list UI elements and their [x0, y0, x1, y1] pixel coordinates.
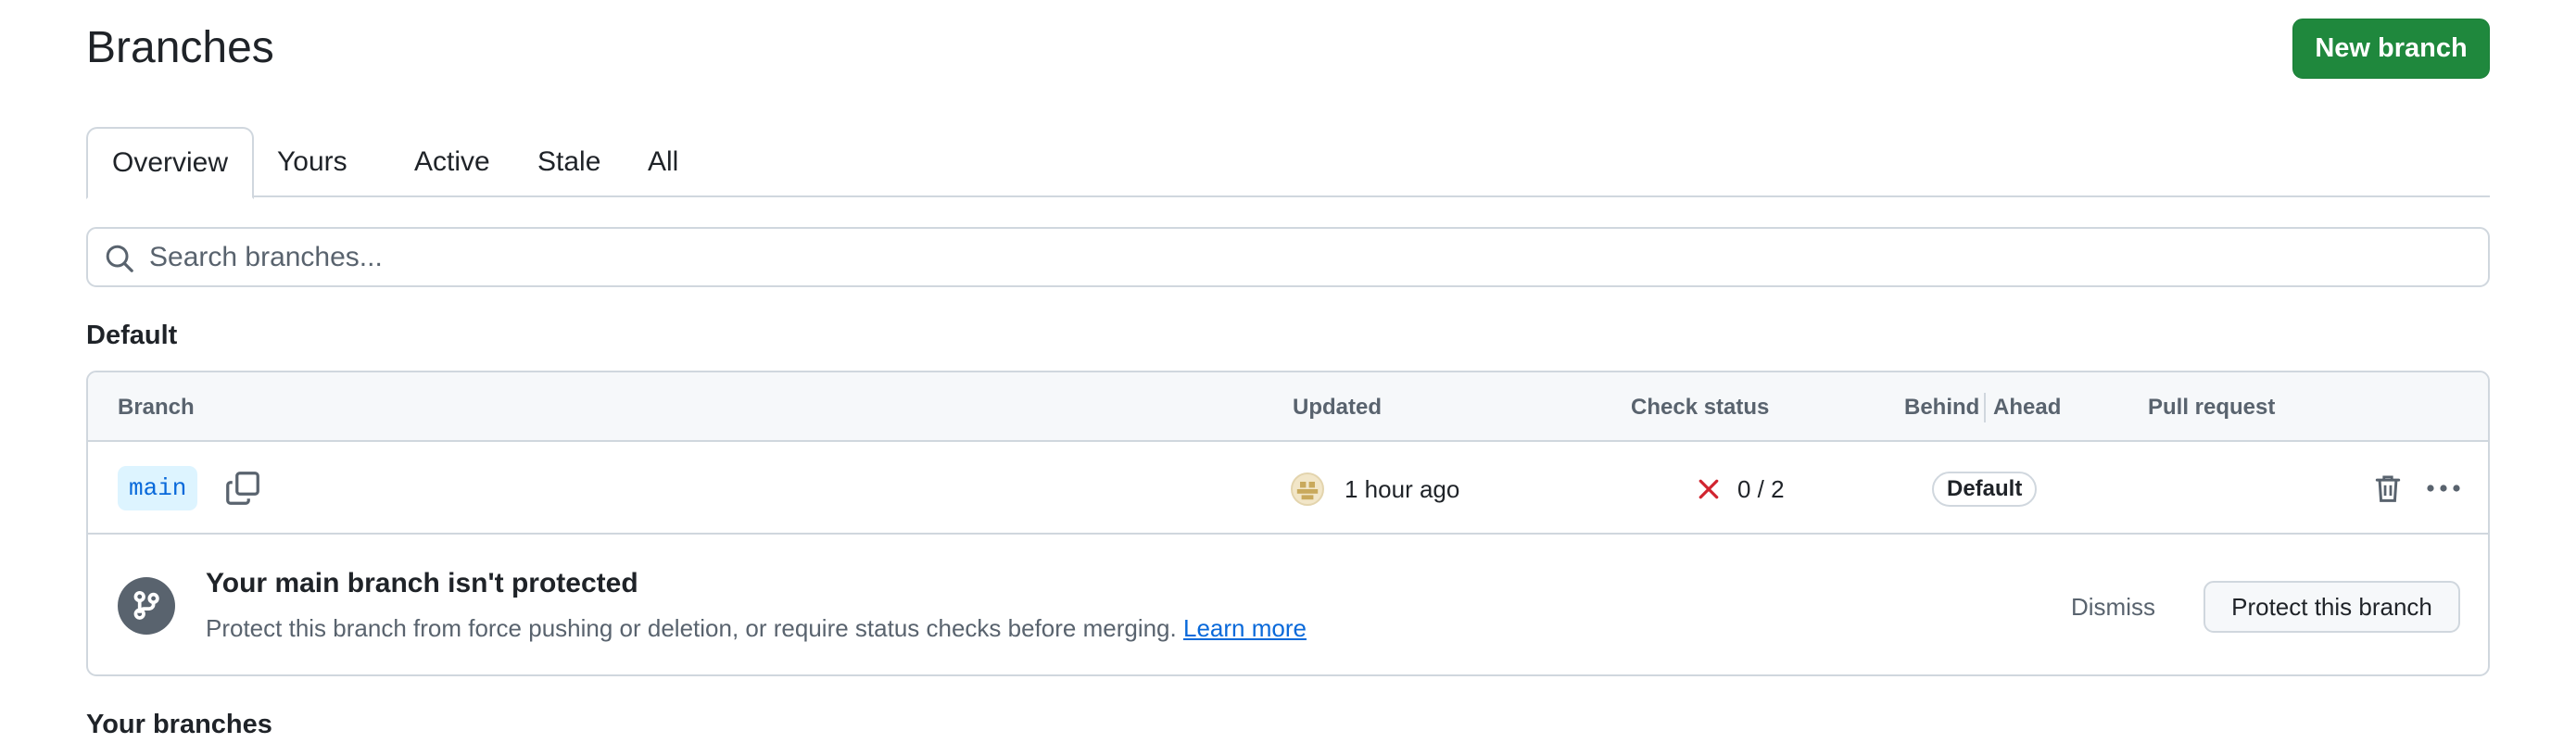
git-branch-icon-badge	[118, 577, 175, 635]
learn-more-link[interactable]: Learn more	[1183, 614, 1307, 642]
protect-branch-banner: Your main branch isn't protected Protect…	[88, 536, 2488, 674]
behind-ahead-divider	[1984, 393, 1986, 422]
kebab-horizontal-icon[interactable]	[2425, 472, 2462, 505]
avatar[interactable]	[1291, 472, 1324, 506]
search-input[interactable]	[149, 229, 2466, 285]
trash-icon[interactable]	[2372, 472, 2404, 505]
branch-tabs: Overview Yours Active Stale All	[86, 127, 2490, 199]
tab-overview[interactable]: Overview	[86, 127, 255, 199]
column-pull-request: Pull request	[2148, 395, 2276, 420]
default-badge: Default	[1932, 472, 2038, 507]
page-title: Branches	[86, 23, 274, 72]
tab-yours[interactable]: Yours	[253, 127, 372, 197]
default-branches-table: Branch Updated Check status Behind Ahead…	[86, 371, 2490, 676]
search-box	[86, 227, 2490, 287]
protect-description-text: Protect this branch from force pushing o…	[206, 614, 1177, 642]
tab-all[interactable]: All	[624, 127, 702, 197]
protect-branch-button[interactable]: Protect this branch	[2203, 581, 2460, 633]
column-branch: Branch	[118, 395, 195, 420]
updated-time: 1 hour ago	[1345, 475, 1460, 503]
section-title-default: Default	[86, 321, 178, 350]
column-check-status: Check status	[1631, 395, 1770, 420]
protect-banner-title: Your main branch isn't protected	[206, 568, 638, 598]
tab-stale[interactable]: Stale	[513, 127, 625, 197]
column-updated: Updated	[1293, 395, 1382, 420]
x-icon[interactable]	[1696, 476, 1722, 502]
protect-banner-description: Protect this branch from force pushing o…	[206, 614, 1307, 643]
copy-icon[interactable]	[224, 470, 261, 507]
new-branch-button[interactable]: New branch	[2292, 19, 2490, 79]
table-header: Branch Updated Check status Behind Ahead…	[88, 372, 2488, 442]
column-ahead: Ahead	[1993, 395, 2062, 420]
check-status-count[interactable]: 0 / 2	[1737, 444, 1785, 535]
table-row: main 1 hour ago 0 / 2 Default	[88, 444, 2488, 535]
tab-active[interactable]: Active	[390, 127, 514, 197]
dismiss-button[interactable]: Dismiss	[2071, 581, 2155, 633]
identicon	[1296, 482, 1319, 500]
git-branch-icon	[133, 590, 159, 620]
column-behind: Behind	[1904, 395, 1980, 420]
search-icon	[106, 245, 133, 272]
section-title-your-branches: Your branches	[86, 710, 272, 739]
branch-name-link[interactable]: main	[118, 466, 198, 510]
